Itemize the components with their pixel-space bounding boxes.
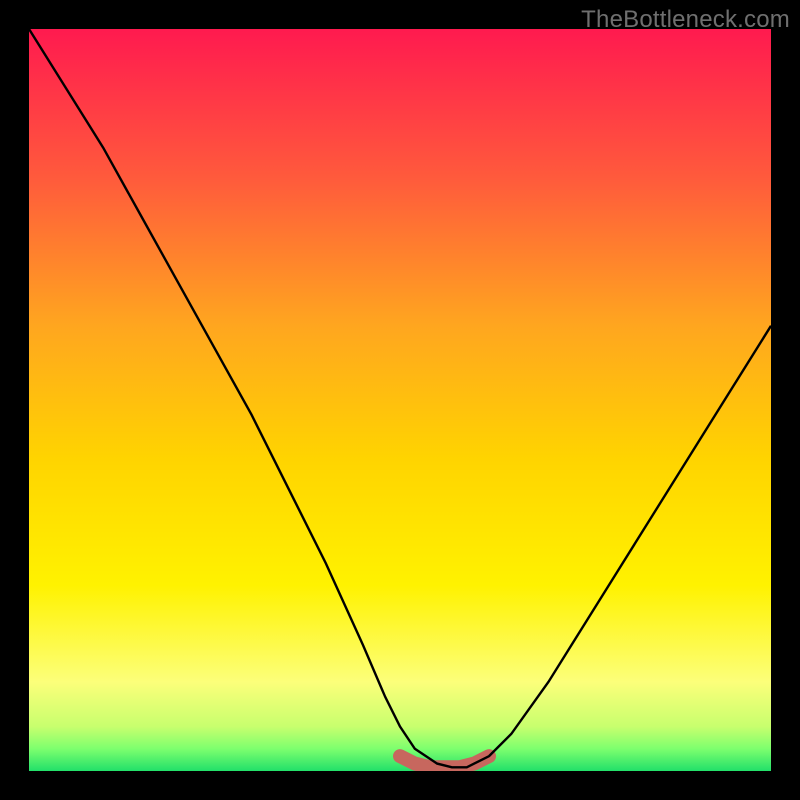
chart-frame: TheBottleneck.com — [0, 0, 800, 800]
plot-area — [29, 29, 771, 771]
bottleneck-curve — [29, 29, 771, 767]
curve-layer — [29, 29, 771, 771]
watermark-text: TheBottleneck.com — [581, 6, 790, 34]
